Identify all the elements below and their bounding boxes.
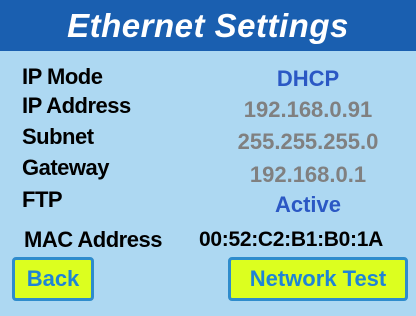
network-test-button[interactable]: Network Test — [228, 257, 408, 301]
subnet-value: 255.255.255.0 — [237, 129, 379, 154]
gateway-label: Gateway — [22, 155, 110, 180]
mac-address-label: MAC Address — [24, 227, 162, 252]
ethernet-settings-screen: Ethernet Settings IP Mode DHCP IP Addres… — [0, 0, 416, 316]
ip-mode-value: DHCP — [276, 66, 340, 91]
ftp-value: Active — [274, 192, 342, 217]
mac-address-value: 00:52:C2:B1:B0:1A — [199, 228, 383, 251]
back-button[interactable]: Back — [12, 257, 94, 301]
gateway-value: 192.168.0.1 — [249, 162, 367, 187]
subnet-label: Subnet — [22, 124, 94, 149]
page-title: Ethernet Settings — [0, 0, 416, 51]
ip-address-label: IP Address — [22, 93, 131, 118]
ip-mode-label: IP Mode — [22, 64, 103, 89]
ftp-label: FTP — [22, 187, 63, 212]
ip-address-value: 192.168.0.91 — [243, 97, 373, 122]
